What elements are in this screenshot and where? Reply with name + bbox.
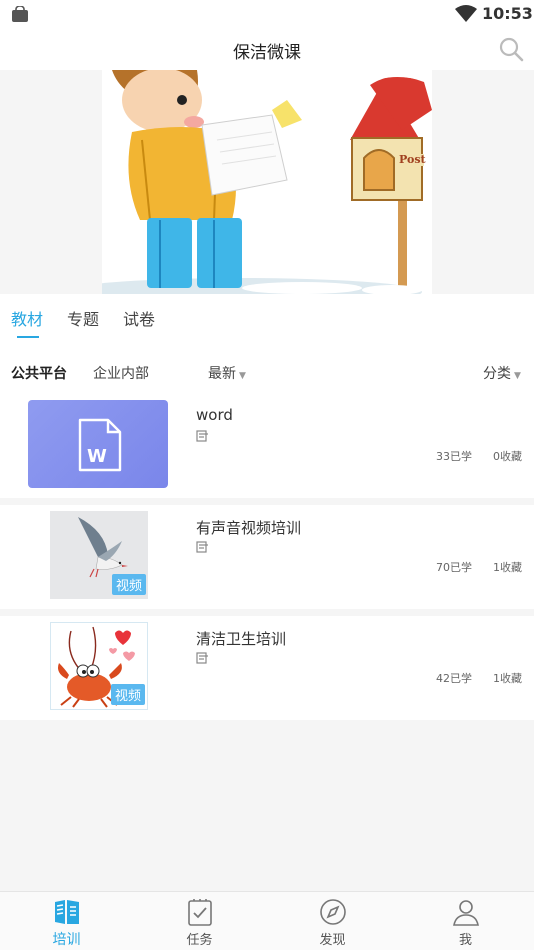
nav-training[interactable]: 培训 xyxy=(0,892,133,950)
category-dropdown[interactable]: 分类 ▼ xyxy=(483,363,521,383)
svg-text:Post: Post xyxy=(399,153,427,166)
video-badge: 视频 xyxy=(110,684,145,705)
filter-bar: 公共平台 企业内部 最新 ▼ 分类 ▼ xyxy=(0,344,534,396)
course-title: 清洁卫生培训 xyxy=(196,630,287,648)
filter-public-platform[interactable]: 公共平台 xyxy=(11,363,67,383)
status-time: 10:53 xyxy=(482,4,533,23)
course-title: word xyxy=(196,406,233,424)
banner-image: Post xyxy=(102,70,432,294)
favorite-count: 1收藏 xyxy=(493,561,522,574)
document-type-icon xyxy=(196,541,208,553)
content-tabs: 教材 专题 试卷 xyxy=(0,294,534,344)
sort-label: 最新 xyxy=(208,366,236,382)
tab-exams[interactable]: 试卷 xyxy=(123,306,155,330)
carousel-indicator xyxy=(102,263,432,282)
banner-carousel[interactable]: Post xyxy=(102,70,432,294)
clipboard-check-icon xyxy=(188,899,212,926)
favorite-count: 1收藏 xyxy=(493,672,522,685)
compass-icon xyxy=(320,899,346,925)
video-badge: 视频 xyxy=(111,574,146,595)
page-title: 保洁微课 xyxy=(233,43,301,63)
shopping-bag-icon xyxy=(12,6,28,22)
wifi-icon xyxy=(455,5,477,22)
nav-label: 培训 xyxy=(52,932,81,948)
active-tab-indicator xyxy=(17,336,39,338)
document-type-icon xyxy=(196,430,208,442)
course-thumbnail: 视频 xyxy=(50,622,148,710)
nav-discover[interactable]: 发现 xyxy=(266,892,399,950)
svg-text:W: W xyxy=(87,446,107,467)
learned-count: 33已学 xyxy=(436,450,472,463)
tab-topics[interactable]: 专题 xyxy=(67,306,99,330)
document-type-icon xyxy=(196,652,208,664)
filter-enterprise-internal[interactable]: 企业内部 xyxy=(93,363,149,383)
search-icon[interactable] xyxy=(498,36,524,62)
course-card[interactable]: 视频 清洁卫生培训 42已学 1收藏 xyxy=(0,616,534,720)
favorite-count: 0收藏 xyxy=(493,450,522,463)
caret-down-icon: ▼ xyxy=(514,371,521,381)
word-document-icon: W xyxy=(78,418,122,472)
title-bar: 保洁微课 xyxy=(0,28,534,70)
sort-dropdown[interactable]: 最新 ▼ xyxy=(208,363,246,383)
person-icon xyxy=(453,900,479,926)
nav-me[interactable]: 我 xyxy=(399,892,532,950)
nav-label: 发现 xyxy=(319,933,346,948)
book-icon xyxy=(55,900,79,924)
category-label: 分类 xyxy=(483,366,511,382)
learned-count: 70已学 xyxy=(436,561,472,574)
course-card[interactable]: 视频 有声音视频培训 70已学 1收藏 xyxy=(0,505,534,609)
nav-tasks[interactable]: 任务 xyxy=(133,892,266,950)
tab-textbook[interactable]: 教材 xyxy=(11,306,43,330)
status-bar: 10:53 xyxy=(0,0,534,28)
bottom-navigation: 培训 任务 发现 我 xyxy=(0,891,534,950)
course-thumbnail: 视频 xyxy=(50,511,148,599)
caret-down-icon: ▼ xyxy=(239,371,246,381)
course-thumbnail: W xyxy=(28,400,168,488)
course-card[interactable]: W word 33已学 0收藏 xyxy=(0,394,534,498)
learned-count: 42已学 xyxy=(436,672,472,685)
course-title: 有声音视频培训 xyxy=(196,519,302,537)
nav-label: 任务 xyxy=(186,933,213,948)
nav-label: 我 xyxy=(458,933,472,948)
